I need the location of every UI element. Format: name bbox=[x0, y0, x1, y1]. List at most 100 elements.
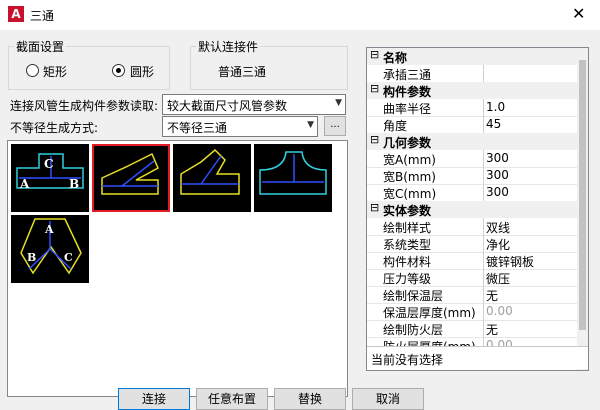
property-row[interactable]: 宽A(mm) 300 bbox=[367, 150, 577, 168]
property-row[interactable]: 角度 45 bbox=[367, 116, 577, 134]
fitting-gallery: C A B A B C bbox=[7, 140, 348, 397]
property-value[interactable]: 300 bbox=[486, 168, 509, 182]
property-value[interactable]: 净化 bbox=[486, 236, 510, 253]
property-name: 曲率半径 bbox=[383, 102, 432, 116]
label-b: B bbox=[69, 177, 79, 191]
column-divider bbox=[483, 99, 484, 116]
replace-button[interactable]: 替换 bbox=[274, 388, 346, 410]
property-category[interactable]: ⊟ 构件参数 bbox=[367, 82, 577, 99]
fitting-thumb-curved-tee[interactable] bbox=[254, 144, 332, 212]
property-value[interactable]: 1.0 bbox=[486, 100, 505, 114]
column-divider bbox=[483, 218, 484, 235]
collapse-icon[interactable]: ⊟ bbox=[370, 48, 379, 61]
property-value[interactable]: 45 bbox=[486, 117, 501, 131]
dialog-body: 截面设置 矩形 圆形 默认连接件 普通三通 连接风管生成构件参数读取: 较大截面… bbox=[0, 30, 600, 410]
property-name: 绘制防火层 bbox=[383, 323, 444, 337]
property-row[interactable]: 系统类型 净化 bbox=[367, 235, 577, 253]
fitting-thumb-wye-abc[interactable]: A B C bbox=[11, 215, 89, 283]
property-status-bar: 当前没有选择 bbox=[367, 346, 588, 369]
empty-slot bbox=[173, 215, 251, 283]
free-place-button[interactable]: 任意布置 bbox=[196, 388, 268, 410]
property-category-title: 实体参数 bbox=[383, 204, 432, 218]
property-value[interactable]: 无 bbox=[486, 287, 498, 304]
property-category[interactable]: ⊟ 名称 bbox=[367, 48, 577, 65]
property-row[interactable]: 绘制防火层 无 bbox=[367, 320, 577, 338]
property-row[interactable]: 压力等级 微压 bbox=[367, 269, 577, 287]
property-category-title: 构件参数 bbox=[383, 85, 432, 99]
column-divider bbox=[483, 167, 484, 184]
close-icon[interactable]: ✕ bbox=[572, 4, 585, 24]
property-category[interactable]: ⊟ 几何参数 bbox=[367, 133, 577, 150]
collapse-icon[interactable]: ⊟ bbox=[370, 201, 379, 214]
column-divider bbox=[483, 303, 484, 320]
property-value[interactable]: 双线 bbox=[486, 219, 510, 236]
param-read-value: 较大截面尺寸风管参数 bbox=[167, 99, 288, 113]
property-row[interactable]: 构件材料 镀锌钢板 bbox=[367, 252, 577, 270]
collapse-icon[interactable]: ⊟ bbox=[370, 82, 379, 95]
property-scrollbar[interactable] bbox=[577, 48, 588, 370]
property-name: 压力等级 bbox=[383, 272, 432, 286]
property-name: 绘制样式 bbox=[383, 221, 432, 235]
column-divider bbox=[483, 320, 484, 337]
property-name: 宽B(mm) bbox=[383, 170, 436, 184]
fitting-thumb-angled-branch[interactable] bbox=[92, 144, 170, 212]
scrollbar-thumb[interactable] bbox=[579, 60, 586, 330]
unequal-label: 不等径生成方式: bbox=[10, 121, 99, 135]
column-divider bbox=[483, 184, 484, 201]
default-connector-label: 默认连接件 bbox=[196, 38, 261, 55]
column-divider bbox=[483, 252, 484, 269]
radio-rect-label[interactable]: 矩形 bbox=[43, 63, 67, 80]
column-divider bbox=[483, 269, 484, 286]
property-row[interactable]: 宽B(mm) 300 bbox=[367, 167, 577, 185]
fitting-thumb-tee-abc[interactable]: C A B bbox=[11, 144, 89, 212]
fitting-thumb-angled-branch-2[interactable] bbox=[173, 144, 251, 212]
radio-round-label[interactable]: 圆形 bbox=[130, 63, 154, 80]
param-read-select[interactable]: 较大截面尺寸风管参数 ▼ bbox=[162, 94, 346, 115]
property-name: 保温层厚度(mm) bbox=[383, 306, 476, 320]
property-row[interactable]: 宽C(mm) 300 bbox=[367, 184, 577, 202]
property-category-title: 名称 bbox=[383, 51, 408, 65]
property-row[interactable]: 保温层厚度(mm) 0.00 bbox=[367, 303, 577, 321]
label-c: C bbox=[44, 157, 54, 171]
property-value[interactable]: 0.00 bbox=[486, 304, 513, 318]
column-divider bbox=[483, 235, 484, 252]
property-value[interactable]: 300 bbox=[486, 151, 509, 165]
window-title: 三通 bbox=[30, 9, 55, 23]
property-row[interactable]: 曲率半径 1.0 bbox=[367, 99, 577, 117]
connect-button[interactable]: 连接 bbox=[118, 388, 190, 410]
radio-rect[interactable] bbox=[26, 64, 39, 77]
column-divider bbox=[483, 150, 484, 167]
app-logo-icon: A bbox=[8, 6, 24, 22]
param-read-label: 连接风管生成构件参数读取: bbox=[10, 99, 159, 113]
label-a: A bbox=[44, 223, 54, 236]
unequal-select[interactable]: 不等径三通 ▼ bbox=[162, 116, 318, 137]
cancel-button[interactable]: 取消 bbox=[352, 388, 424, 410]
property-value[interactable]: 300 bbox=[486, 185, 509, 199]
property-value[interactable]: 微压 bbox=[486, 270, 510, 287]
property-row[interactable]: 承插三通 bbox=[367, 65, 577, 83]
property-value[interactable]: 无 bbox=[486, 321, 498, 338]
browse-button[interactable]: ... bbox=[324, 116, 346, 136]
property-row[interactable]: 绘制样式 双线 bbox=[367, 218, 577, 236]
property-category-title: 几何参数 bbox=[383, 136, 432, 150]
property-grid: ⊟ 名称 承插三通 ⊟ 构件参数 曲率半径 1.0 角度 45 ⊟ 几何参数 宽A(mm) 300 宽B(… bbox=[366, 47, 589, 371]
unequal-value: 不等径三通 bbox=[167, 121, 228, 135]
label-b: B bbox=[27, 251, 36, 264]
default-connector-value: 普通三通 bbox=[218, 65, 267, 79]
property-category[interactable]: ⊟ 实体参数 bbox=[367, 201, 577, 218]
radio-round[interactable] bbox=[112, 64, 125, 77]
collapse-icon[interactable]: ⊟ bbox=[370, 133, 379, 146]
label-c: C bbox=[64, 251, 73, 264]
property-name: 构件材料 bbox=[383, 255, 432, 269]
title-bar: A 三通 ✕ bbox=[0, 0, 600, 30]
property-name: 角度 bbox=[383, 119, 408, 133]
property-row[interactable]: 绘制保温层 无 bbox=[367, 286, 577, 304]
property-name: 承插三通 bbox=[383, 68, 432, 82]
chevron-down-icon: ▼ bbox=[307, 120, 314, 130]
column-divider bbox=[483, 286, 484, 303]
property-name: 绘制保温层 bbox=[383, 289, 444, 303]
chevron-down-icon: ▼ bbox=[335, 98, 342, 108]
property-status-text: 当前没有选择 bbox=[371, 353, 444, 367]
property-value[interactable]: 镀锌钢板 bbox=[486, 253, 534, 270]
property-name: 宽A(mm) bbox=[383, 153, 436, 167]
